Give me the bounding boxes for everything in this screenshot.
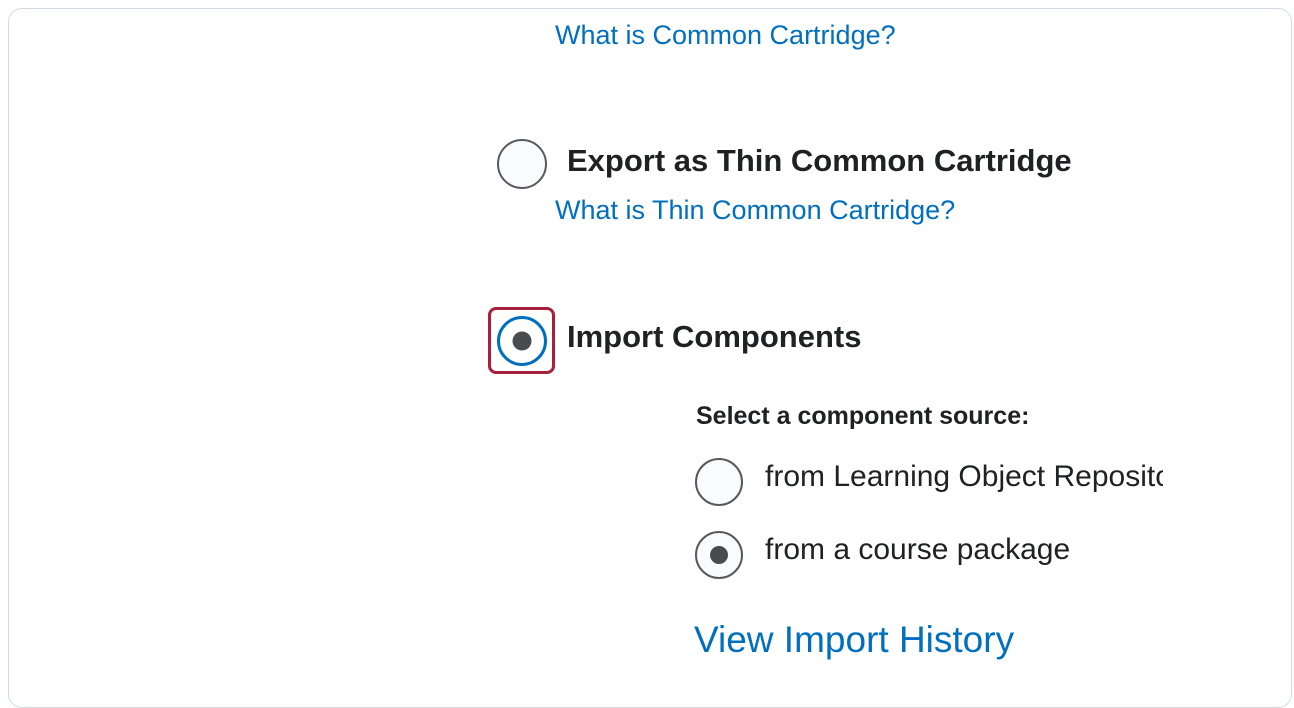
- radio-selected-dot: [512, 331, 532, 351]
- source-learning-object-repository-radio[interactable]: [695, 458, 743, 506]
- common-cartridge-help-link[interactable]: What is Common Cartridge?: [555, 20, 896, 51]
- source-course-package-label: from a course package: [765, 533, 1071, 566]
- source-learning-object-repository-label: from Learning Object Repository: [765, 460, 1163, 493]
- import-components-label: Import Components: [567, 319, 862, 354]
- radio-selected-dot: [710, 546, 728, 564]
- course-admin-panel: [8, 8, 1292, 708]
- component-source-heading: Select a component source:: [696, 402, 1030, 430]
- export-thin-cc-label: Export as Thin Common Cartridge: [567, 143, 1072, 178]
- source-lor-label-clip: from Learning Object Repository: [765, 458, 1163, 504]
- export-thin-cc-radio[interactable]: [497, 139, 547, 189]
- view-import-history-link[interactable]: View Import History: [694, 619, 1014, 661]
- source-course-package-radio[interactable]: [695, 531, 743, 579]
- import-components-radio[interactable]: [497, 316, 547, 366]
- thin-cc-help-link[interactable]: What is Thin Common Cartridge?: [555, 195, 955, 226]
